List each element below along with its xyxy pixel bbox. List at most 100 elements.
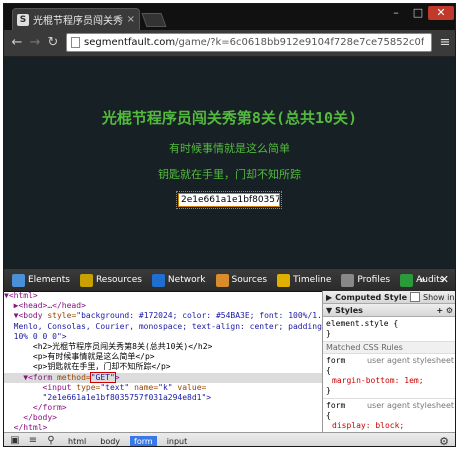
- audits-icon: [400, 273, 414, 287]
- favicon-icon: S: [17, 13, 29, 26]
- devtools-tab-label: Sources: [231, 275, 268, 285]
- devtools-tab-network[interactable]: Network: [150, 271, 208, 289]
- timeline-icon: [277, 273, 291, 287]
- dom-line-form[interactable]: ▼<form method="GET">: [4, 371, 322, 383]
- dom-line-body-close[interactable]: </body>: [4, 413, 322, 423]
- ua-rule-2-open: {: [326, 411, 331, 420]
- devtools-tab-elements[interactable]: Elements: [10, 271, 72, 289]
- menu-icon[interactable]: ≡: [437, 34, 453, 52]
- devtools-tabbar: Elements Resources Network Sources Timeline P…: [4, 269, 455, 292]
- url-path: /game/?k=6c0618bb912e9104f728e7ce75852c0…: [175, 37, 425, 48]
- forward-icon[interactable]: →: [26, 34, 44, 52]
- devtools-tab-resources[interactable]: Resources: [78, 271, 144, 289]
- element-style-rule[interactable]: element.style { }: [323, 317, 455, 342]
- ua-rule-2-source: user agent stylesheet: [366, 401, 454, 410]
- browser-toolbar: ← → ↻ segmentfault.com/game/?k=6c0618bb9…: [4, 30, 455, 57]
- close-devtools-icon[interactable]: ✕: [440, 273, 449, 286]
- styles-header[interactable]: ▼ Styles + ⚙: [323, 304, 455, 317]
- body-style-value: "background: #172024; color: #54BA3E; fo…: [76, 311, 322, 321]
- ua-rule-2-line: form user agent stylesheet: [326, 401, 454, 411]
- computed-style-label: Computed Style: [335, 292, 408, 302]
- form-method-value[interactable]: "GET": [89, 371, 116, 383]
- address-bar[interactable]: segmentfault.com/game/?k=6c0618bb912e910…: [66, 33, 432, 52]
- ua-rule-2-prop: display: block;: [332, 421, 405, 430]
- show-inherited-label: Show inherited: [423, 292, 455, 302]
- devtools-panel: Elements Resources Network Sources Timeline P…: [4, 269, 455, 447]
- input-name-attr: name=: [134, 382, 159, 392]
- element-style-close: }: [326, 329, 331, 338]
- dom-line-html-close[interactable]: </html>: [4, 423, 322, 432]
- ua-rule-2[interactable]: form user agent stylesheet { display: bl…: [323, 399, 455, 432]
- profiles-icon: [341, 273, 355, 287]
- devtools-bottom-bar: ▣ ≡ ⚲ html body form input ⚙: [4, 432, 455, 447]
- breadcrumb-html[interactable]: html: [64, 436, 90, 447]
- devtools-tab-sources[interactable]: Sources: [214, 271, 270, 289]
- styles-label: Styles: [335, 305, 363, 315]
- dom-line-h2[interactable]: <h2>光棍节程序员闯关秀第8关(总共10关)</h2>: [4, 342, 322, 352]
- devtools-tab-label: Timeline: [293, 275, 332, 285]
- ua-rule-1-close: }: [326, 386, 331, 395]
- ua-rule-1-source: user agent stylesheet: [366, 356, 454, 365]
- tab-close-icon[interactable]: ×: [127, 14, 135, 25]
- ua-rule-1-line: form user agent stylesheet: [326, 356, 454, 366]
- element-style-selector: element.style {: [326, 319, 399, 328]
- ua-rule-1-selector: form: [326, 356, 346, 365]
- devtools-tab-timeline[interactable]: Timeline: [275, 271, 333, 289]
- tab-title: 光棍节程序员闯关秀第8关: [33, 16, 123, 27]
- ua-rule-1-prop: margin-bottom: 1em;: [332, 376, 424, 385]
- devtools-tab-label: Profiles: [357, 275, 391, 285]
- close-window-button[interactable]: ✕: [428, 6, 454, 20]
- maximize-button[interactable]: □: [408, 6, 428, 20]
- dom-line-body[interactable]: ▼<body style="background: #172024; color…: [4, 311, 322, 321]
- console-icon[interactable]: ≡: [26, 435, 40, 446]
- network-icon: [151, 273, 165, 287]
- devtools-tab-label: Network: [167, 275, 206, 285]
- show-inherited-checkbox[interactable]: [410, 292, 421, 302]
- sources-icon: [215, 273, 229, 287]
- breadcrumb-input[interactable]: input: [163, 436, 192, 447]
- input-type-attr: type=: [76, 382, 101, 392]
- key-input[interactable]: 2e1e661a1e1bf8035757f031a294e8d1: [176, 191, 282, 209]
- dock-icon[interactable]: ▣: [8, 435, 22, 446]
- breadcrumb-body[interactable]: body: [96, 436, 124, 447]
- minimize-button[interactable]: –: [386, 6, 406, 20]
- ua-rule-1[interactable]: form user agent stylesheet { margin-bott…: [323, 354, 455, 399]
- page-line-2: 钥匙就在手里，门却不知所踪: [158, 168, 301, 181]
- devtools-tab-label: Elements: [28, 275, 70, 285]
- more-tabs-icon[interactable]: »: [419, 273, 426, 286]
- resources-icon: [79, 273, 93, 287]
- url-text: segmentfault.com/game/?k=6c0618bb912e910…: [84, 37, 424, 48]
- body-tag: ▼<body: [4, 311, 48, 321]
- inspect-search-icon[interactable]: ⚲: [44, 435, 58, 446]
- dom-line-p1[interactable]: <p>有时候事情就是这么简单</p>: [4, 352, 322, 362]
- collapse-triangle-icon: ▼: [326, 305, 333, 315]
- tab-strip: S 光棍节程序员闯关秀第8关 × – □ ✕: [4, 4, 455, 30]
- dom-line-body-style-2: Menlo, Consolas, Courier, monospace; tex…: [4, 321, 322, 331]
- devtools-tab-label: Resources: [95, 275, 142, 285]
- reload-icon[interactable]: ↻: [44, 34, 62, 52]
- elements-icon: [12, 273, 25, 287]
- styles-pane: ▶ Computed Style Show inherited ▼ Styles…: [322, 291, 455, 432]
- form-tag-end: >: [114, 372, 120, 382]
- new-tab-button[interactable]: [141, 13, 167, 27]
- dom-line-html[interactable]: ▼<html>: [4, 291, 322, 301]
- browser-window: S 光棍节程序员闯关秀第8关 × – □ ✕ ← → ↻ segmentfaul…: [3, 3, 456, 447]
- back-icon[interactable]: ←: [8, 34, 26, 52]
- expand-triangle-icon: ▶: [326, 292, 333, 302]
- page-line-1: 有时候事情就是这么简单: [169, 142, 290, 155]
- add-rule-icon[interactable]: + ⚙: [436, 306, 453, 315]
- dom-line-p2[interactable]: <p>钥匙就在手里，门却不知所踪</p>: [4, 362, 322, 372]
- input-name-value: "k": [158, 382, 178, 392]
- dom-line-body-style-3: 10% 0 0 0">: [4, 331, 67, 341]
- dom-line-form-close[interactable]: </form>: [4, 403, 322, 413]
- devtools-tab-profiles[interactable]: Profiles: [339, 271, 392, 289]
- dom-line-input[interactable]: <input type="text" name="k" value=: [4, 383, 322, 393]
- page-icon: [71, 37, 80, 48]
- browser-tab[interactable]: S 光棍节程序员闯关秀第8关 ×: [12, 8, 140, 30]
- breadcrumb-form[interactable]: form: [130, 435, 157, 446]
- page-content: 光棍节程序员闯关秀第8关(总共10关) 有时候事情就是这么简单 钥匙就在手里，门…: [4, 57, 455, 269]
- computed-style-header[interactable]: ▶ Computed Style Show inherited: [323, 291, 455, 304]
- settings-gear-icon[interactable]: ⚙: [439, 435, 449, 446]
- dom-line-head[interactable]: ▶<head>…</head>: [4, 301, 322, 311]
- input-value-attr: value=: [177, 382, 207, 392]
